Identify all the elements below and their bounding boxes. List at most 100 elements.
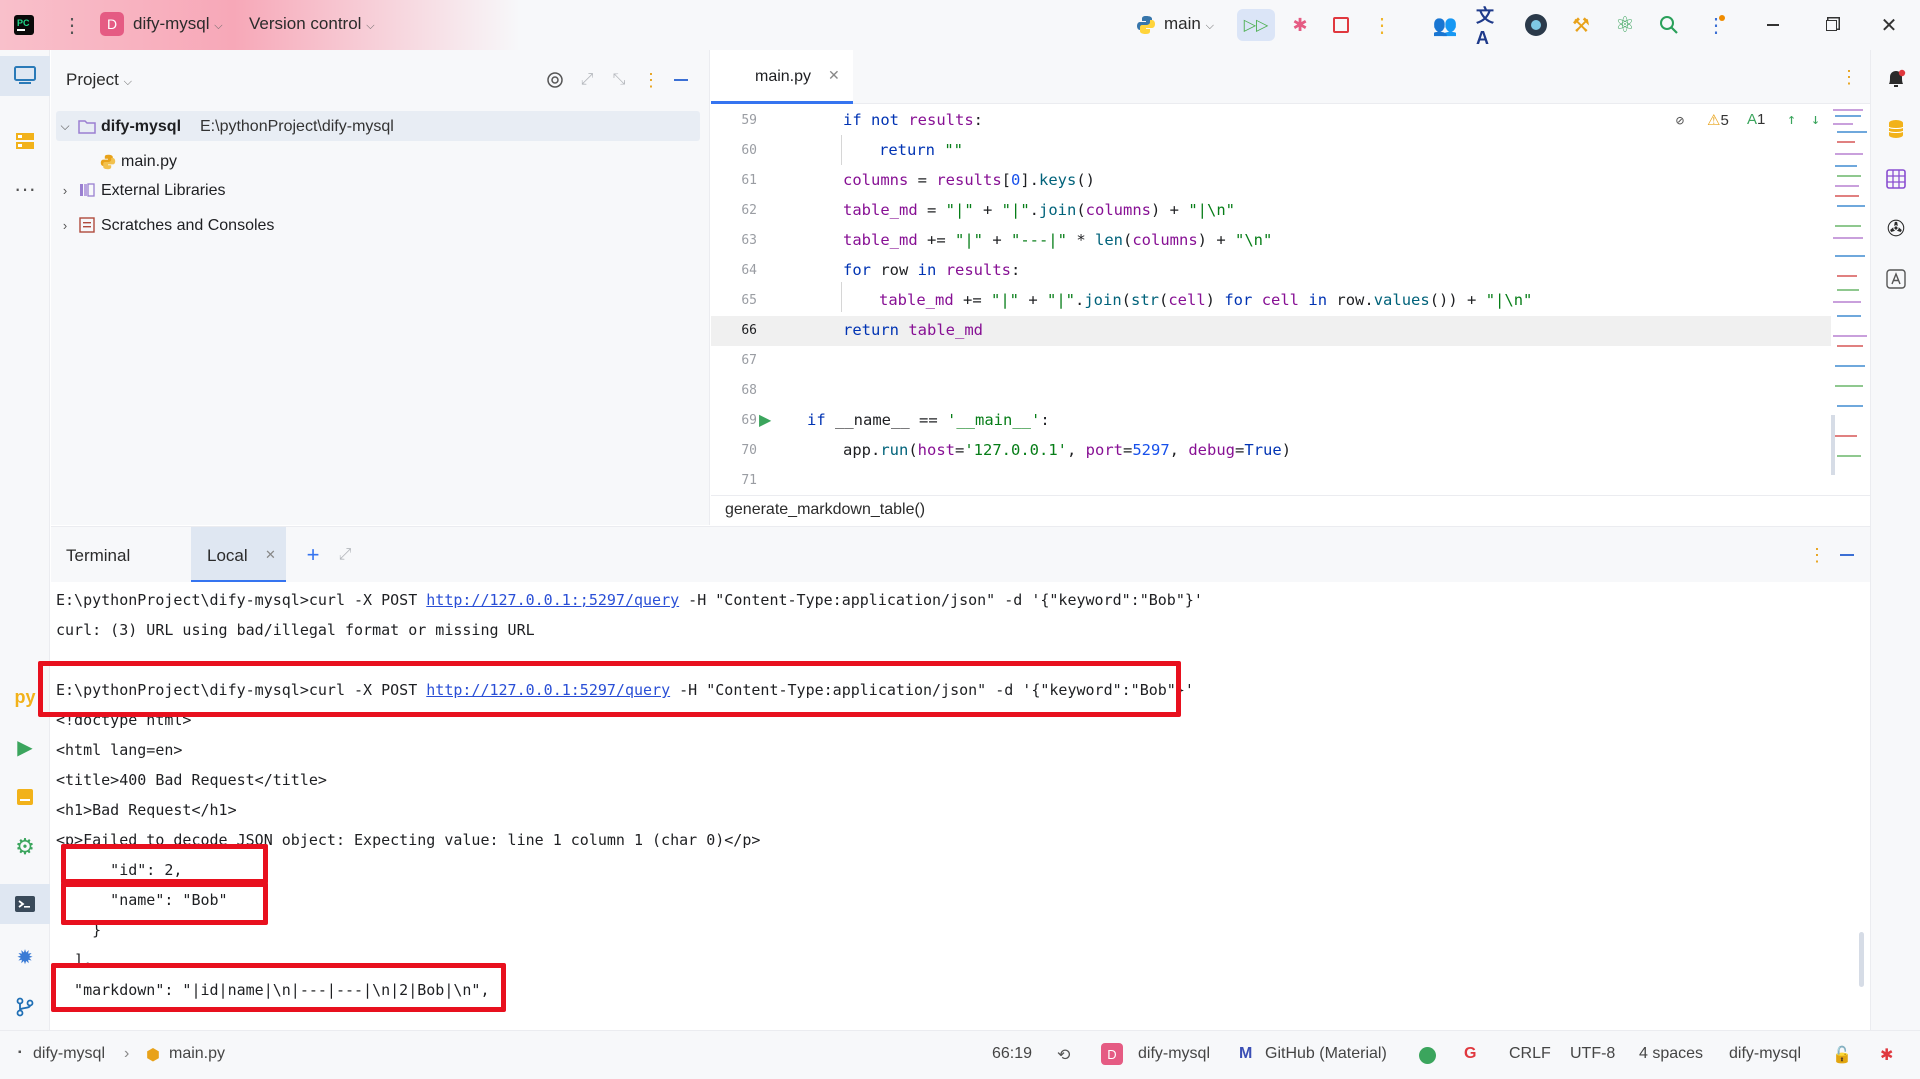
sciview-grid-icon[interactable]: [1871, 164, 1920, 194]
tab-local[interactable]: Local ✕: [191, 527, 286, 583]
status-crumb-file[interactable]: main.py: [169, 1045, 225, 1063]
git-branch-icon[interactable]: [0, 992, 50, 1022]
terminal-title[interactable]: Terminal: [66, 546, 130, 566]
lock-icon[interactable]: 🔓: [1832, 1045, 1852, 1065]
terminal-options-icon[interactable]: ⋮: [1807, 543, 1827, 567]
collapse-all-icon[interactable]: ⤡: [607, 68, 631, 92]
chevron-down-icon: ⌵: [123, 76, 132, 88]
ai-assistant-icon[interactable]: ⚛: [1612, 12, 1638, 38]
indent-setting[interactable]: 4 spaces: [1639, 1045, 1703, 1063]
left-tool-strip: ··· py ▶ ⚙ ✹: [0, 50, 50, 1030]
file-encoding[interactable]: UTF-8: [1570, 1045, 1615, 1063]
tree-external-libraries[interactable]: External Libraries: [101, 182, 226, 200]
tab-local-label: Local: [207, 546, 248, 565]
project-switcher[interactable]: dify-mysql ⌵: [133, 14, 223, 34]
interpreter-label[interactable]: dify-mysql: [1138, 1045, 1210, 1063]
google-icon[interactable]: G: [1464, 1045, 1476, 1063]
chevron-down-icon: ⌵: [1205, 20, 1214, 32]
code-line: if not results:: [843, 111, 984, 129]
editor-tabs: main.py ✕ ⋮: [711, 50, 1870, 104]
status-bar: ▪ dify-mysql › ⬢ main.py 66:19 ⟲ D dify-…: [0, 1030, 1920, 1079]
expand-icon[interactable]: ⤢: [333, 543, 357, 567]
bug-report-icon[interactable]: ✱: [1880, 1045, 1893, 1065]
interpreter-badge: D: [1101, 1043, 1123, 1065]
translate-icon[interactable]: 文A: [1476, 6, 1504, 48]
hide-panel-icon[interactable]: [669, 68, 693, 92]
status-crumb-project[interactable]: dify-mysql: [33, 1045, 105, 1063]
previous-highlight-icon[interactable]: ↑: [1787, 110, 1796, 128]
code-with-me-icon[interactable]: 👥: [1432, 12, 1458, 38]
typos-indicator[interactable]: A1: [1747, 111, 1765, 128]
code-line: columns = results[0].keys(): [843, 171, 1096, 189]
search-icon[interactable]: [1656, 12, 1682, 38]
warnings-indicator[interactable]: ⚠5: [1707, 111, 1729, 129]
pycharm-logo-icon[interactable]: PC: [12, 13, 36, 37]
project-tool-icon[interactable]: [0, 56, 50, 96]
database-icon[interactable]: [1871, 114, 1920, 144]
line-number: 70: [741, 443, 757, 458]
project-panel-title-label: Project: [66, 70, 119, 89]
close-tab-icon[interactable]: ✕: [828, 67, 840, 84]
settings-kebab-icon[interactable]: ⋮: [1706, 12, 1726, 38]
tree-file-main[interactable]: main.py: [121, 153, 177, 171]
plugin-circle-icon[interactable]: [1524, 13, 1548, 37]
line-number: 60: [741, 143, 757, 158]
chevron-right-icon[interactable]: ›: [56, 180, 74, 200]
code-editor[interactable]: if not results: return "" columns = resu…: [801, 105, 1831, 495]
tab-main-py[interactable]: main.py ✕: [711, 50, 853, 104]
run-icon[interactable]: ▷▷: [1237, 9, 1275, 41]
close-tab-icon[interactable]: ✕: [265, 547, 276, 563]
expand-all-icon[interactable]: ⤢: [575, 68, 599, 92]
main-menu-icon[interactable]: ⋮: [62, 13, 82, 37]
project-panel-title[interactable]: Project ⌵: [66, 70, 132, 90]
python-env[interactable]: dify-mysql: [1729, 1045, 1801, 1063]
notifications-icon[interactable]: [1871, 64, 1920, 94]
more-tools-icon[interactable]: ···: [0, 174, 50, 204]
locate-icon[interactable]: [543, 68, 567, 92]
breadcrumb-function[interactable]: generate_markdown_table(): [725, 501, 925, 519]
terminal-url[interactable]: http://127.0.0.1:;5297/query: [426, 591, 679, 609]
copilot-icon[interactable]: ✇: [1871, 214, 1920, 244]
run-gutter-icon[interactable]: ▶: [759, 410, 771, 430]
stop-icon[interactable]: [1328, 12, 1354, 38]
debug-icon[interactable]: ✱: [1287, 12, 1313, 38]
python-file-icon: ⬢: [146, 1047, 160, 1064]
more-actions-icon[interactable]: ⋮: [1372, 12, 1392, 38]
terminal-scrollbar[interactable]: [1859, 932, 1864, 987]
structure-tool-icon[interactable]: [0, 126, 50, 156]
hide-terminal-icon[interactable]: [1835, 543, 1859, 567]
editor-options-icon[interactable]: ⋮: [1839, 64, 1859, 90]
minimize-icon[interactable]: [1760, 12, 1786, 38]
project-switcher-label: dify-mysql: [133, 14, 210, 33]
vcs-status-icon[interactable]: ⟲: [1057, 1045, 1070, 1065]
reader-mode-icon[interactable]: ⊘: [1669, 111, 1691, 131]
services-run-icon[interactable]: ▶: [0, 732, 50, 762]
chevron-right-icon[interactable]: ›: [56, 215, 74, 235]
code-minimap[interactable]: [1831, 105, 1870, 495]
chevron-down-icon[interactable]: ⌵: [56, 116, 74, 136]
new-tab-icon[interactable]: +: [301, 542, 325, 567]
tree-scratches[interactable]: Scratches and Consoles: [101, 217, 274, 235]
line-separator[interactable]: CRLF: [1509, 1045, 1551, 1063]
problems-icon[interactable]: ✹: [0, 942, 50, 972]
folder-icon: [77, 117, 97, 135]
line-number: 63: [741, 233, 757, 248]
next-highlight-icon[interactable]: ↓: [1811, 110, 1820, 128]
status-dot-icon[interactable]: [1419, 1047, 1436, 1064]
panel-options-icon[interactable]: ⋮: [641, 68, 661, 92]
todo-icon[interactable]: [0, 782, 50, 812]
caret-position[interactable]: 66:19: [992, 1045, 1032, 1063]
title-bar: PC ⋮ D dify-mysql ⌵ Version control ⌵ ma…: [0, 0, 1920, 50]
close-icon[interactable]: ✕: [1876, 12, 1902, 38]
line-number: 69: [741, 413, 757, 428]
vcs-menu[interactable]: Version control ⌵: [249, 14, 375, 34]
terminal-line: E:\pythonProject\dify-mysql>curl -X POST…: [56, 585, 1203, 615]
build-tools-icon[interactable]: ⚒: [1568, 12, 1594, 38]
settings-gear-icon[interactable]: ⚙: [0, 832, 50, 862]
project-panel: Project ⌵ ⤢ ⤡ ⋮ ⌵ dify-mysql E:\pythonPr…: [51, 50, 710, 525]
theme-label[interactable]: GitHub (Material): [1265, 1045, 1387, 1063]
run-config-selector[interactable]: main ⌵: [1164, 14, 1214, 34]
font-preview-icon[interactable]: [1871, 264, 1920, 294]
terminal-tool-icon[interactable]: [0, 884, 50, 924]
restore-icon[interactable]: [1818, 12, 1844, 38]
